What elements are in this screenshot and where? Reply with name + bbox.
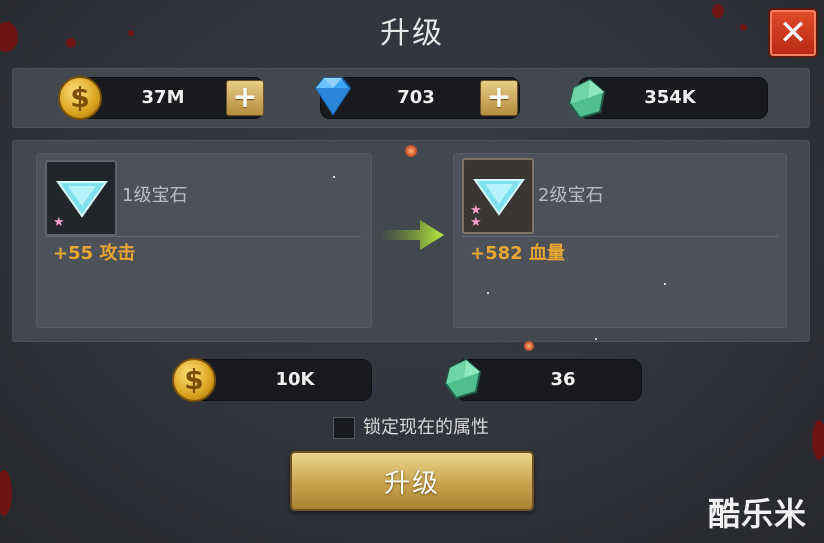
current-gem-slot[interactable]: ★ <box>45 160 117 236</box>
watermark: 酷乐米 <box>708 495 808 533</box>
gold-balance: 37M <box>141 87 185 108</box>
diamond-icon <box>314 77 352 116</box>
upgrade-dialog: 升级 ✕ $ 37M + 703 + 354K ★ 1级宝石 +55 攻击 ★ … <box>0 0 824 543</box>
green-crystal-icon <box>568 78 606 120</box>
current-gem-name: 1级宝石 <box>122 185 188 206</box>
close-icon: ✕ <box>778 13 808 53</box>
dialog-title: 升级 <box>380 16 444 51</box>
sparkle-decoration <box>487 292 489 294</box>
gold-coin-icon: $ <box>172 358 216 402</box>
sparkle-decoration <box>595 338 597 340</box>
diamond-balance: 703 <box>397 87 435 108</box>
blood-splatter-decoration <box>812 420 824 460</box>
plus-icon: + <box>486 80 512 115</box>
crystal-balance: 354K <box>644 87 696 108</box>
blood-splatter-decoration <box>0 470 12 516</box>
gold-cost: 10K <box>275 369 315 390</box>
add-gold-button[interactable]: + <box>226 80 264 116</box>
divider <box>45 236 361 237</box>
gold-coin-icon: $ <box>58 76 102 120</box>
upgrade-button-label: 升级 <box>383 468 440 499</box>
triangle-gem-icon <box>56 181 108 218</box>
lock-attributes-checkbox[interactable] <box>333 417 355 439</box>
ember-decoration <box>524 341 534 351</box>
sparkle-decoration <box>664 283 666 285</box>
add-diamond-button[interactable]: + <box>480 80 518 116</box>
lock-attributes-label: 锁定现在的属性 <box>363 417 489 438</box>
crystal-cost: 36 <box>550 369 576 390</box>
star-icon: ★ <box>470 215 482 230</box>
close-button[interactable]: ✕ <box>770 10 816 56</box>
next-gem-stat: +582 血量 <box>470 243 565 264</box>
upgrade-button[interactable]: 升级 <box>290 451 534 511</box>
plus-icon: + <box>232 80 258 115</box>
divider <box>462 236 778 237</box>
green-crystal-icon <box>444 358 482 400</box>
next-gem-name: 2级宝石 <box>538 185 604 206</box>
current-gem-stat: +55 攻击 <box>53 243 136 264</box>
ember-decoration <box>405 145 417 157</box>
next-gem-slot[interactable]: ★ ★ <box>462 158 534 234</box>
sparkle-decoration <box>333 176 335 178</box>
green-arrow-right-icon <box>380 220 444 250</box>
star-icon: ★ <box>53 215 65 230</box>
